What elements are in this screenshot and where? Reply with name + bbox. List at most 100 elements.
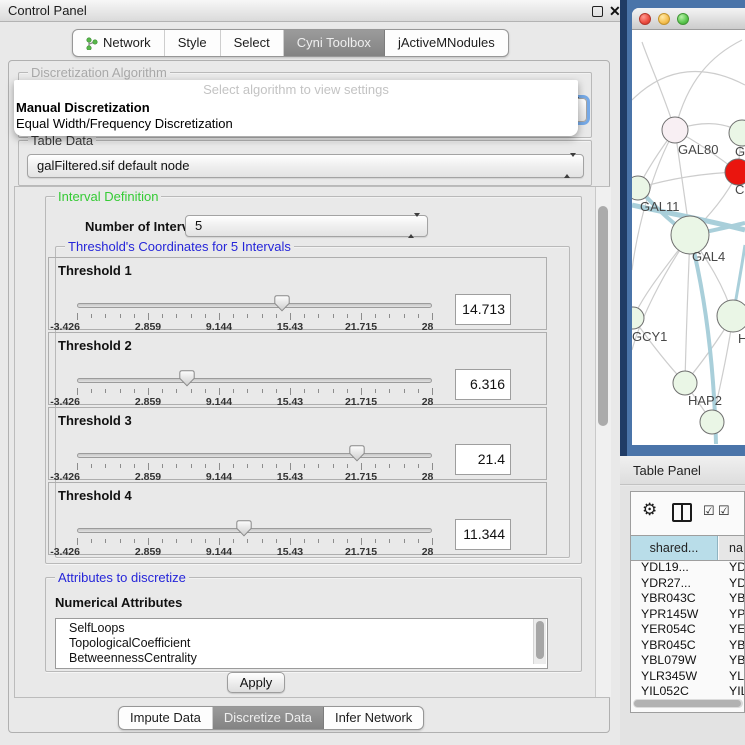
slider-track[interactable] bbox=[77, 303, 432, 308]
threshold-4-value-field[interactable]: 11.344 bbox=[455, 519, 511, 550]
table-cell[interactable]: YBL079W bbox=[641, 653, 696, 669]
minimize-traffic-light-icon[interactable] bbox=[658, 13, 670, 25]
slider-thumb[interactable] bbox=[349, 445, 365, 462]
tick-mark bbox=[120, 464, 121, 468]
node-bottom[interactable] bbox=[700, 410, 724, 434]
tick-mark bbox=[148, 388, 149, 395]
node-h[interactable] bbox=[717, 300, 745, 332]
horizontal-scrollbar-thumb[interactable] bbox=[634, 700, 741, 707]
tab-cyni-toolbox[interactable]: Cyni Toolbox bbox=[284, 30, 385, 56]
threshold-3-value-field[interactable]: 21.4 bbox=[455, 444, 511, 475]
attribute-list-item[interactable]: TopologicalCoefficient bbox=[56, 636, 547, 651]
threshold-1-slider[interactable]: -3.4262.8599.14415.4321.71528 bbox=[77, 294, 432, 331]
slider-track[interactable] bbox=[77, 453, 432, 458]
table-cell[interactable]: YBR0 bbox=[729, 591, 745, 607]
node-gal80[interactable] bbox=[662, 117, 688, 143]
attributes-list-scrollbar-thumb[interactable] bbox=[536, 621, 544, 659]
attributes-list-scrollbar[interactable] bbox=[533, 619, 546, 664]
zoom-traffic-light-icon[interactable] bbox=[677, 13, 689, 25]
number-of-intervals-combobox[interactable]: 5 bbox=[185, 215, 428, 237]
table-row[interactable]: YER054C YER0 bbox=[631, 622, 745, 638]
table-row[interactable]: YPR145W YPR1 bbox=[631, 607, 745, 623]
table-row[interactable]: YIL052C YIL0 bbox=[631, 684, 745, 700]
table-cell[interactable]: YLR3 bbox=[729, 669, 745, 685]
close-icon[interactable]: ✕ bbox=[609, 0, 621, 22]
threshold-2-slider[interactable]: -3.4262.8599.14415.4321.71528 bbox=[77, 369, 432, 406]
table-row[interactable]: YLR345W YLR3 bbox=[631, 669, 745, 685]
tick-mark bbox=[276, 314, 277, 318]
table-cell[interactable]: YBL0 bbox=[729, 653, 745, 669]
apply-button[interactable]: Apply bbox=[227, 672, 285, 693]
table-row[interactable]: YBL079W YBL0 bbox=[631, 653, 745, 669]
tab-select-label: Select bbox=[234, 31, 270, 55]
table-cell[interactable]: YLR345W bbox=[641, 669, 697, 685]
gear-icon[interactable]: ⚙ bbox=[642, 500, 657, 520]
table-cell[interactable]: YDL1 bbox=[729, 560, 745, 576]
slider-thumb[interactable] bbox=[274, 295, 290, 312]
table-data-combobox[interactable]: galFiltered.sif default node bbox=[27, 154, 584, 178]
network-canvas[interactable]: GAL80 GA C GAL11 GAL4 GCY1 H HAP2 bbox=[632, 30, 745, 445]
checkbox-icon[interactable]: ☑ bbox=[718, 504, 730, 518]
tick-mark bbox=[134, 539, 135, 543]
interval-definition-group-title: Interval Definition bbox=[55, 189, 161, 204]
table-cell[interactable]: YER054C bbox=[641, 622, 696, 638]
control-panel-titlebar: Control Panel ✕ bbox=[0, 0, 620, 22]
slider-thumb[interactable] bbox=[236, 520, 252, 537]
tick-mark bbox=[361, 313, 362, 320]
column-header-shared[interactable]: shared... bbox=[631, 536, 718, 560]
horizontal-scrollbar[interactable] bbox=[633, 699, 743, 708]
table-cell[interactable]: YDR2 bbox=[729, 576, 745, 592]
table-cell[interactable]: YDR27... bbox=[641, 576, 691, 592]
table-cell[interactable]: YIL052C bbox=[641, 684, 689, 700]
table-row[interactable]: YBR045C YBR0 bbox=[631, 638, 745, 654]
attribute-list-item[interactable]: BetweennessCentrality bbox=[56, 651, 547, 666]
table-cell[interactable]: YBR045C bbox=[641, 638, 696, 654]
slider-track[interactable] bbox=[77, 528, 432, 533]
table-row[interactable]: YBR043C YBR0 bbox=[631, 591, 745, 607]
table-row[interactable]: YDR27... YDR2 bbox=[631, 576, 745, 592]
node-top-right[interactable] bbox=[729, 120, 745, 146]
tab-infer-network[interactable]: Infer Network bbox=[324, 707, 423, 729]
tab-style[interactable]: Style bbox=[165, 30, 221, 56]
tick-mark bbox=[262, 539, 263, 543]
close-traffic-light-icon[interactable] bbox=[639, 13, 651, 25]
node-hap2[interactable] bbox=[673, 371, 697, 395]
tab-jactivemnodules[interactable]: jActiveMNodules bbox=[385, 30, 508, 56]
columns-icon[interactable] bbox=[672, 503, 692, 522]
threshold-4-slider[interactable]: -3.4262.8599.14415.4321.71528 bbox=[77, 519, 432, 556]
threshold-3-slider[interactable]: -3.4262.8599.14415.4321.71528 bbox=[77, 444, 432, 481]
tick-mark bbox=[347, 539, 348, 543]
dropdown-option-equal-width-frequency[interactable]: Equal Width/Frequency Discretization bbox=[16, 116, 233, 131]
table-cell[interactable]: YBR043C bbox=[641, 591, 696, 607]
dropdown-option-manual-discretization[interactable]: Manual Discretization bbox=[16, 100, 150, 115]
threshold-4-panel: Threshold 4 -3.4262.8599.14415.4321.7152… bbox=[48, 482, 547, 555]
tab-select[interactable]: Select bbox=[221, 30, 284, 56]
network-icon bbox=[86, 37, 98, 50]
slider-track[interactable] bbox=[77, 378, 432, 383]
table-cell[interactable]: YPR145W bbox=[641, 607, 698, 623]
vertical-scrollbar-thumb[interactable] bbox=[598, 206, 608, 426]
table-cell[interactable]: YDL19... bbox=[641, 560, 689, 576]
table-cell[interactable]: YPR1 bbox=[729, 607, 745, 623]
table-cell[interactable]: YBR0 bbox=[729, 638, 745, 654]
table-cell[interactable]: YER0 bbox=[729, 622, 745, 638]
threshold-2-value-field[interactable]: 6.316 bbox=[455, 369, 511, 400]
tick-mark bbox=[77, 313, 78, 320]
table-cell[interactable]: YIL0 bbox=[729, 684, 745, 700]
table-row[interactable]: YDL19... YDL1 bbox=[631, 560, 745, 576]
tick-mark bbox=[418, 539, 419, 543]
vertical-scrollbar[interactable] bbox=[595, 187, 611, 697]
node-gcy1[interactable] bbox=[632, 307, 644, 329]
threshold-1-value-field[interactable]: 14.713 bbox=[455, 294, 511, 325]
threshold-2-label: Threshold 2 bbox=[58, 338, 132, 353]
tab-discretize-data[interactable]: Discretize Data bbox=[213, 707, 324, 729]
attribute-list-item[interactable]: SelfLoops bbox=[56, 621, 547, 636]
tab-network[interactable]: Network bbox=[73, 30, 165, 56]
tick-mark bbox=[205, 389, 206, 393]
float-window-icon[interactable] bbox=[592, 6, 603, 17]
tick-mark bbox=[176, 314, 177, 318]
slider-thumb[interactable] bbox=[179, 370, 195, 387]
tab-impute-data[interactable]: Impute Data bbox=[119, 707, 213, 729]
checkbox-icon[interactable]: ☑ bbox=[703, 504, 715, 518]
column-header-name[interactable]: na bbox=[719, 536, 745, 560]
